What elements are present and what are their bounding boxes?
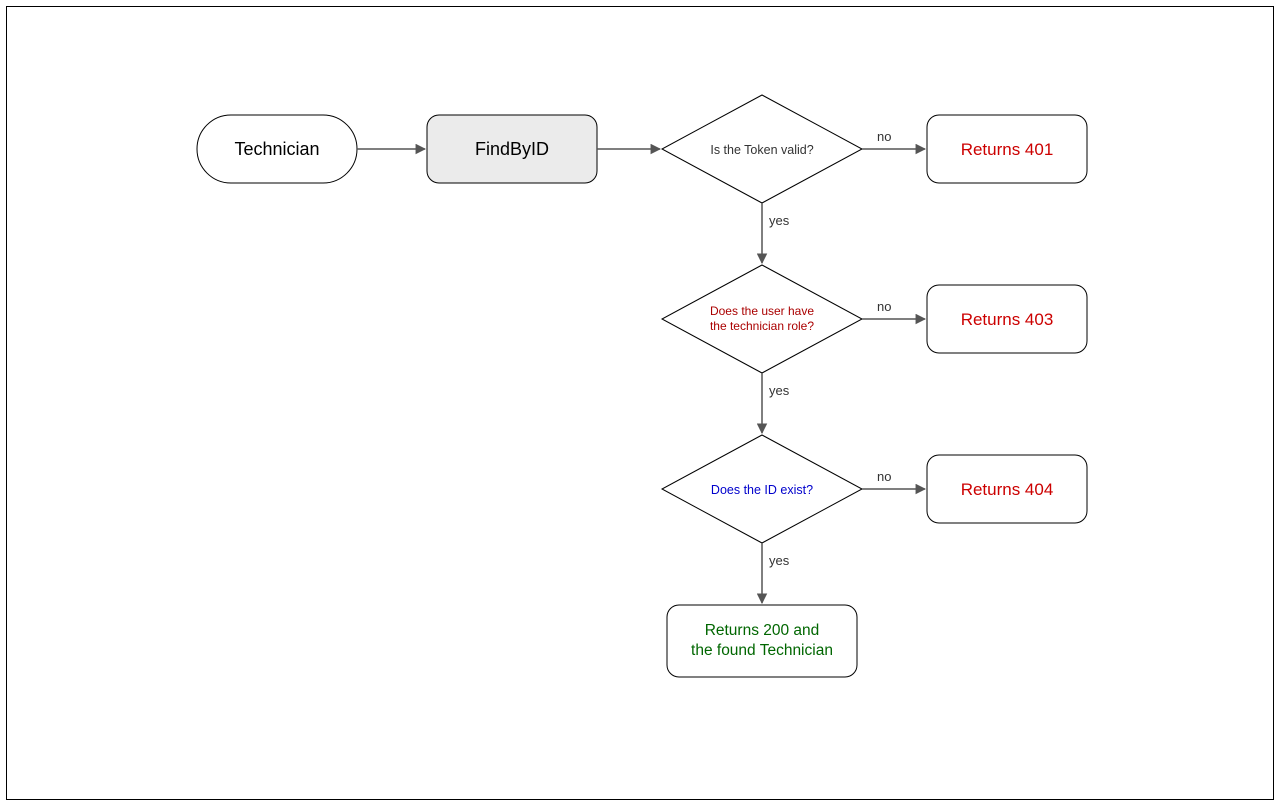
- node-decision-id: Does the ID exist?: [662, 435, 862, 543]
- node-result-200-label-2: the found Technician: [691, 642, 833, 659]
- node-decision-role-label-1: Does the user have: [710, 304, 814, 318]
- node-decision-token: Is the Token valid?: [662, 95, 862, 203]
- node-decision-role: Does the user have the technician role?: [662, 265, 862, 373]
- diagram-frame: Technician FindByID Is the Token valid? …: [6, 6, 1274, 800]
- edge-d2-no-label: no: [877, 299, 891, 314]
- node-result-403-label: Returns 403: [961, 310, 1054, 329]
- node-result-404-label: Returns 404: [961, 480, 1054, 499]
- node-process: FindByID: [427, 115, 597, 183]
- node-decision-role-label-2: the technician role?: [710, 319, 814, 333]
- edge-d1-no-label: no: [877, 129, 891, 144]
- flowchart-svg: Technician FindByID Is the Token valid? …: [7, 7, 1275, 801]
- node-decision-token-label: Is the Token valid?: [710, 143, 813, 157]
- node-result-401: Returns 401: [927, 115, 1087, 183]
- edge-d3-yes-label: yes: [769, 553, 790, 568]
- node-result-404: Returns 404: [927, 455, 1087, 523]
- node-start-label: Technician: [234, 139, 319, 159]
- node-result-200: Returns 200 and the found Technician: [667, 605, 857, 677]
- node-process-label: FindByID: [475, 139, 549, 159]
- node-start: Technician: [197, 115, 357, 183]
- node-result-401-label: Returns 401: [961, 140, 1054, 159]
- node-decision-id-label: Does the ID exist?: [711, 483, 813, 497]
- edge-d3-no-label: no: [877, 469, 891, 484]
- edge-d1-yes-label: yes: [769, 213, 790, 228]
- edge-d2-yes-label: yes: [769, 383, 790, 398]
- node-result-403: Returns 403: [927, 285, 1087, 353]
- node-result-200-label-1: Returns 200 and: [705, 622, 820, 639]
